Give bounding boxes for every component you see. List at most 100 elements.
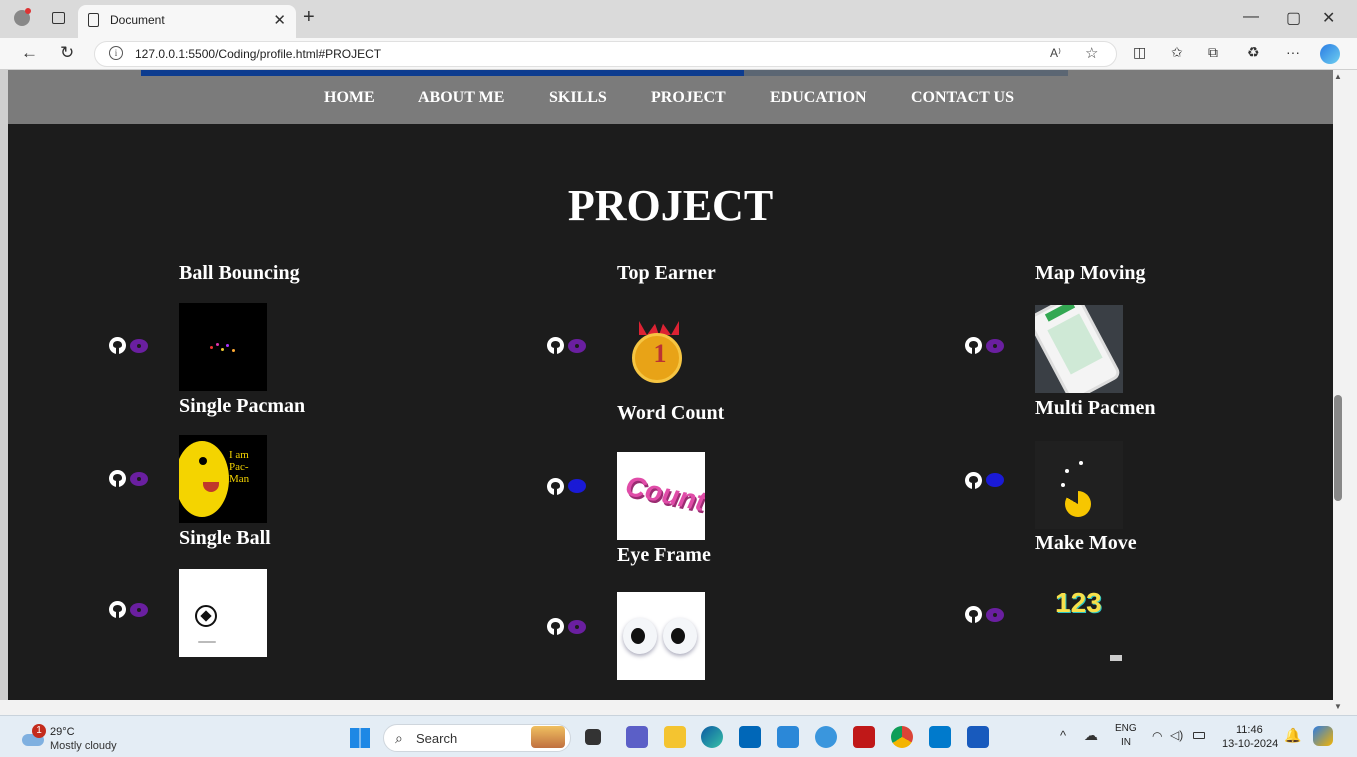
extensions-icon[interactable]: ♻ xyxy=(1247,44,1260,61)
read-aloud-icon[interactable]: A⁾ xyxy=(1050,46,1061,60)
github-icon[interactable] xyxy=(547,337,564,354)
edge-icon[interactable] xyxy=(701,726,723,748)
wifi-icon[interactable]: ◠ xyxy=(1152,729,1162,743)
github-icon[interactable] xyxy=(547,618,564,635)
split-screen-icon[interactable]: ◫ xyxy=(1133,44,1146,61)
nav-home[interactable]: HOME xyxy=(324,89,375,107)
url-field[interactable]: i 127.0.0.1:5500/Coding/profile.html#PRO… xyxy=(94,41,1117,67)
favorites-icon[interactable]: ✩ xyxy=(1171,44,1183,61)
make-move-thumbnail[interactable]: 123 xyxy=(1035,577,1123,665)
project-title-single-ball: Single Ball xyxy=(179,527,271,549)
ball-bouncing-thumbnail[interactable] xyxy=(179,303,267,391)
copilot-icon[interactable] xyxy=(1320,44,1340,64)
project-title-eye-frame: Eye Frame xyxy=(617,544,711,566)
back-button[interactable]: ← xyxy=(21,43,38,63)
project-title-map-moving: Map Moving xyxy=(1035,262,1146,284)
multi-pacmen-thumbnail[interactable] xyxy=(1035,441,1123,529)
scroll-up-arrow[interactable]: ▲ xyxy=(1334,72,1342,81)
vscode-icon[interactable] xyxy=(929,726,951,748)
mcafee-icon[interactable] xyxy=(853,726,875,748)
github-icon[interactable] xyxy=(109,601,126,618)
minimize-button[interactable]: — xyxy=(1243,8,1259,26)
copilot-taskbar-icon[interactable] xyxy=(1313,726,1333,746)
widgets-icon[interactable] xyxy=(531,726,565,748)
view-eye-icon[interactable] xyxy=(568,339,586,353)
view-eye-icon[interactable] xyxy=(130,339,148,353)
vertical-scrollbar[interactable]: ▲ ▼ xyxy=(1333,70,1357,715)
refresh-button[interactable]: ↻ xyxy=(60,43,74,63)
count-caption: Count xyxy=(622,469,705,518)
top-earner-thumbnail[interactable]: 1 xyxy=(617,311,705,399)
nav-contact-us[interactable]: CONTACT US xyxy=(911,89,1014,107)
browser-tab-bar: Document ✕ + — ▢ ✕ xyxy=(0,0,1357,38)
favorite-star-icon[interactable]: ☆ xyxy=(1085,44,1098,62)
view-eye-icon[interactable] xyxy=(568,620,586,634)
close-window-button[interactable]: ✕ xyxy=(1322,8,1335,28)
chrome-icon[interactable] xyxy=(891,726,913,748)
map-moving-thumbnail[interactable] xyxy=(1035,305,1123,393)
task-view-icon[interactable] xyxy=(585,729,601,745)
collections-icon[interactable]: ⧉ xyxy=(1208,44,1218,61)
view-eye-icon[interactable] xyxy=(130,472,148,486)
github-icon[interactable] xyxy=(965,337,982,354)
close-tab-icon[interactable]: ✕ xyxy=(273,11,286,29)
project-title-multi-pacmen: Multi Pacmen xyxy=(1035,397,1156,419)
battery-icon[interactable] xyxy=(1193,732,1205,739)
language-indicator-top[interactable]: ENG xyxy=(1115,723,1137,734)
horizontal-scrollbar[interactable] xyxy=(0,700,1333,715)
github-icon[interactable] xyxy=(109,337,126,354)
mail-app-icon[interactable] xyxy=(777,726,799,748)
photos-icon[interactable] xyxy=(815,726,837,748)
scroll-down-arrow[interactable]: ▼ xyxy=(1334,702,1342,711)
github-icon[interactable] xyxy=(547,478,564,495)
site-info-icon[interactable]: i xyxy=(109,46,123,60)
word-count-thumbnail[interactable]: Count xyxy=(617,452,705,540)
view-eye-icon[interactable] xyxy=(986,339,1004,353)
github-icon[interactable] xyxy=(965,606,982,623)
project-title-single-pacman: Single Pacman xyxy=(179,395,306,417)
view-eye-icon[interactable] xyxy=(130,603,148,617)
nav-about-me[interactable]: ABOUT ME xyxy=(418,89,504,107)
clock-time[interactable]: 11:46 xyxy=(1236,724,1263,736)
single-pacman-thumbnail[interactable]: I am Pac-Man xyxy=(179,435,267,523)
project-title-make-move: Make Move xyxy=(1035,532,1137,554)
github-icon[interactable] xyxy=(965,472,982,489)
notifications-bell-icon[interactable]: 🔔 xyxy=(1284,727,1301,744)
more-menu-icon[interactable]: ··· xyxy=(1286,44,1300,60)
language-indicator-bottom[interactable]: IN xyxy=(1121,737,1131,748)
weather-badge: 1 xyxy=(32,724,46,738)
profile-notification-dot xyxy=(25,8,31,14)
tab-actions-icon[interactable] xyxy=(52,12,65,24)
github-icon[interactable] xyxy=(109,470,126,487)
volume-icon[interactable]: ◁) xyxy=(1170,728,1183,742)
search-icon: ⌕ xyxy=(395,730,403,746)
teams-icon[interactable] xyxy=(626,726,648,748)
tab-document[interactable]: Document ✕ xyxy=(78,5,296,38)
restore-button[interactable]: ▢ xyxy=(1286,8,1301,28)
file-explorer-icon[interactable] xyxy=(664,726,686,748)
view-eye-icon[interactable] xyxy=(986,608,1004,622)
clock-date[interactable]: 13-10-2024 xyxy=(1222,738,1278,750)
scroll-progress-fill xyxy=(141,70,744,76)
weather-description[interactable]: Mostly cloudy xyxy=(50,740,117,752)
scrollbar-thumb[interactable] xyxy=(1334,395,1342,501)
view-eye-icon[interactable] xyxy=(568,479,586,493)
single-ball-thumbnail[interactable] xyxy=(179,569,267,657)
tab-title: Document xyxy=(110,13,165,27)
onedrive-icon[interactable]: ☁ xyxy=(1084,727,1098,744)
url-text: 127.0.0.1:5500/Coding/profile.html#PROJE… xyxy=(135,47,382,61)
word-icon[interactable] xyxy=(967,726,989,748)
windows-start-icon[interactable] xyxy=(350,728,370,748)
nav-project[interactable]: PROJECT xyxy=(651,89,726,107)
nav-education[interactable]: EDUCATION xyxy=(770,89,867,107)
make-move-digits: 123 xyxy=(1055,587,1102,618)
eye-frame-thumbnail[interactable] xyxy=(617,592,705,680)
new-tab-button[interactable]: + xyxy=(303,6,315,29)
nav-skills[interactable]: SKILLS xyxy=(549,89,607,107)
store-icon[interactable] xyxy=(739,726,761,748)
address-bar-row: ← ↻ i 127.0.0.1:5500/Coding/profile.html… xyxy=(0,38,1357,70)
show-hidden-icons-chevron[interactable]: ^ xyxy=(1060,728,1066,743)
view-eye-icon[interactable] xyxy=(986,473,1004,487)
weather-temperature[interactable]: 29°C xyxy=(50,726,75,738)
pacman-caption: I am Pac-Man xyxy=(229,449,250,485)
